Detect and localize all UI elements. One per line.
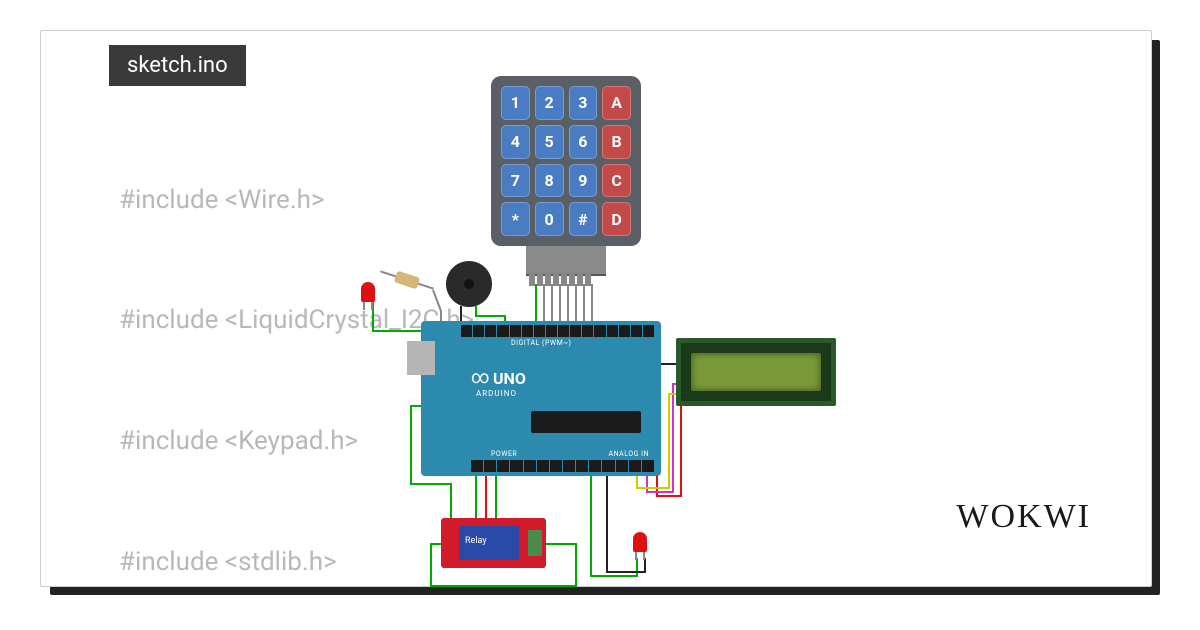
wokwi-logo: WOKWI — [956, 498, 1091, 536]
arduino-brand: UNO — [493, 369, 526, 388]
keypad-key[interactable]: 4 — [501, 125, 530, 159]
keypad-key[interactable]: * — [501, 202, 530, 236]
keypad-key[interactable]: 1 — [501, 86, 530, 120]
keypad-key[interactable]: 9 — [569, 164, 598, 198]
buzzer[interactable] — [446, 261, 492, 307]
circuit-canvas[interactable]: 1 2 3 A 4 5 6 B 7 8 9 C * 0 # D — [361, 76, 841, 556]
arduino-logo-icon: ∞ — [471, 367, 490, 388]
arduino-power-analog-header[interactable] — [471, 460, 655, 472]
filename-label: sketch.ino — [127, 53, 228, 78]
arduino-mcu-chip — [531, 411, 641, 433]
keypad-key[interactable]: A — [602, 86, 631, 120]
lcd-screen — [691, 353, 821, 391]
keypad-key[interactable]: D — [602, 202, 631, 236]
wokwi-logo-text: WOKWI — [956, 498, 1091, 535]
resistor[interactable] — [379, 268, 435, 293]
keypad-pins — [529, 272, 591, 286]
keypad-key[interactable]: 2 — [535, 86, 564, 120]
keypad-key[interactable]: 7 — [501, 164, 530, 198]
lcd-16x2[interactable] — [676, 338, 836, 406]
preview-card: sketch.ino #include <Wire.h> #include <L… — [40, 30, 1152, 587]
keypad[interactable]: 1 2 3 A 4 5 6 B 7 8 9 C * 0 # D — [491, 76, 641, 246]
keypad-key[interactable]: 8 — [535, 164, 564, 198]
led-red-1[interactable] — [361, 282, 375, 302]
relay-label: Relay — [465, 536, 487, 546]
keypad-key[interactable]: 6 — [569, 125, 598, 159]
keypad-key[interactable]: 5 — [535, 125, 564, 159]
keypad-key[interactable]: B — [602, 125, 631, 159]
relay-terminal — [528, 530, 542, 556]
arduino-usb-port — [407, 341, 435, 375]
arduino-power-label: POWER — [491, 450, 517, 458]
arduino-uno[interactable]: DIGITAL (PWM~) ∞ UNO ARDUINO POWER ANALO… — [421, 321, 661, 476]
keypad-key[interactable]: C — [602, 164, 631, 198]
arduino-digital-label: DIGITAL (PWM~) — [511, 339, 571, 347]
keypad-key[interactable]: 0 — [535, 202, 564, 236]
keypad-key[interactable]: # — [569, 202, 598, 236]
filename-tab[interactable]: sketch.ino — [109, 45, 246, 86]
relay-module[interactable]: Relay — [441, 518, 546, 568]
arduino-digital-header[interactable] — [461, 325, 655, 337]
arduino-subbrand: ARDUINO — [476, 389, 517, 398]
led-red-2[interactable] — [633, 532, 647, 552]
keypad-key[interactable]: 3 — [569, 86, 598, 120]
arduino-analog-label: ANALOG IN — [609, 450, 649, 458]
